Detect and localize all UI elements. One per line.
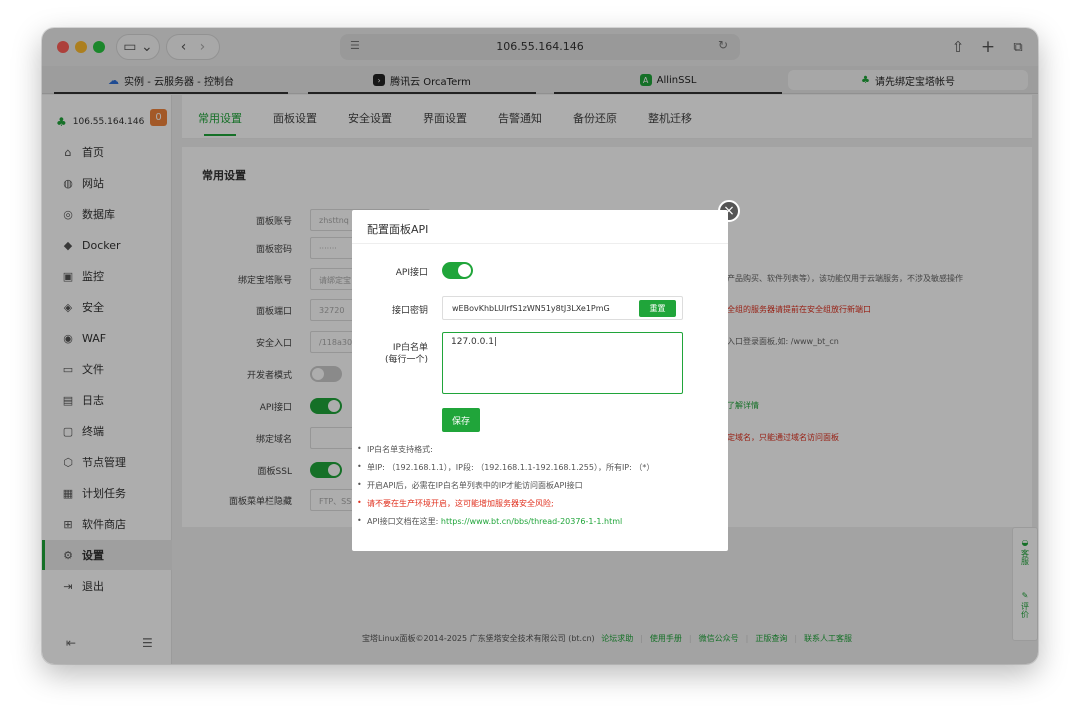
save-button[interactable]: 保存 [442,408,480,432]
api-key-field[interactable]: wEBovKhbLUIrfS1zWN51y8tJ3LXe1PmG 重置 [442,296,683,320]
api-config-modal: 配置面板API API接口 接口密钥 wEBovKhbLUIrfS1zWN51y… [352,210,728,551]
key-label: 接口密钥 [391,306,428,316]
api-key-value: wEBovKhbLUIrfS1zWN51y8tJ3LXe1PmG [452,304,610,313]
ip-whitelist-textarea[interactable]: 127.0.0.1| [442,332,683,394]
api-enable-toggle[interactable] [442,262,473,279]
api-doc-link[interactable]: https://www.bt.cn/bbs/thread-20376-1-1.h… [441,517,622,526]
modal-title: 配置面板API [352,210,728,244]
tip-item: IP白名单支持格式: [357,444,723,462]
reset-key-button[interactable]: 重置 [639,300,676,317]
tip-doc: API接口文档在这里: https://www.bt.cn/bbs/thread… [357,516,723,534]
doc-prefix: API接口文档在这里: [367,517,441,526]
tip-warning: 请不要在生产环境开启，这可能增加服务器安全风险; [357,498,723,516]
whitelist-sublabel: (每行一个) [384,355,428,365]
whitelist-value: 127.0.0.1 [451,337,494,347]
api-tips-list: IP白名单支持格式: 单IP: （192.168.1.1），IP段: （192.… [357,444,723,534]
tip-item: 单IP: （192.168.1.1），IP段: （192.168.1.1-192… [357,462,723,480]
browser-window: ▭ ⌄ ‹ › ☰ 106.55.164.146 ↻ ⇧ + ⧉ ☁ 实例 - … [42,28,1038,664]
api-label: API接口 [395,268,428,278]
tip-item: 开启API后，必需在IP白名单列表中的IP才能访问面板API接口 [357,480,723,498]
